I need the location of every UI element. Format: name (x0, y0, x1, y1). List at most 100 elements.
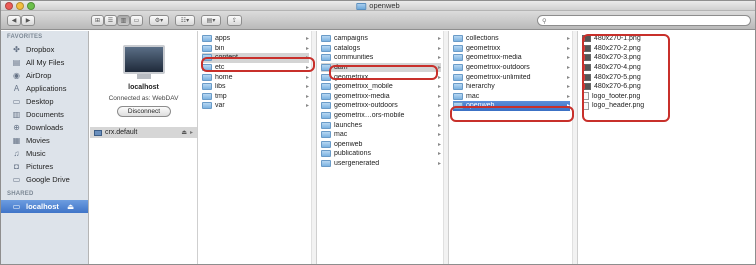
disconnect-button[interactable]: Disconnect (117, 106, 171, 117)
sidebar-item-documents[interactable]: ▥ Documents (1, 108, 88, 121)
column-view-button[interactable]: ▥ (117, 15, 130, 26)
cover-flow-button[interactable]: ▭ (130, 15, 143, 26)
file-row[interactable]: 480x270-2.png (582, 44, 750, 54)
folder-row[interactable]: mac ▸ (453, 92, 570, 102)
folder-row[interactable]: usergenerated ▸ (321, 159, 441, 169)
folder-row[interactable]: publications ▸ (321, 149, 441, 159)
sidebar-item-label: Downloads (26, 123, 64, 132)
folder-row[interactable]: bin ▸ (202, 44, 309, 54)
folder-row[interactable]: libs ▸ (202, 82, 309, 92)
back-button[interactable]: ◀ (7, 15, 21, 26)
folder-icon (453, 73, 463, 81)
folder-icon (453, 64, 463, 72)
folder-row[interactable]: geometrixx_mobile ▸ (321, 82, 441, 92)
sidebar-item-downloads[interactable]: ⊕ Downloads (1, 121, 88, 134)
chevron-right-icon: ▸ (437, 113, 441, 120)
file-row[interactable]: 480x270-4.png (582, 63, 750, 73)
sidebar-item-applications[interactable]: A Applications (1, 82, 88, 95)
volume-icon (94, 129, 102, 136)
folder-row[interactable]: home ▸ (202, 72, 309, 82)
item-label: hierarchy (466, 83, 495, 91)
column-scrollbar[interactable] (443, 31, 448, 264)
folder-icon (453, 44, 463, 52)
file-row[interactable]: logo_header.png (582, 101, 750, 111)
action-menu-button[interactable]: ⚙▾ (149, 15, 169, 26)
image-file-icon (582, 73, 591, 81)
sidebar-item-airdrop[interactable]: ◉ AirDrop (1, 69, 88, 82)
folder-row[interactable]: geometrixx-media ▸ (453, 53, 570, 63)
folder-row[interactable]: openweb ▸ (453, 101, 570, 111)
folder-row[interactable]: etc ▸ (202, 63, 309, 73)
icon-view-button[interactable]: ⊞ (91, 15, 104, 26)
close-window-button[interactable] (5, 2, 13, 10)
chevron-right-icon: ▸ (437, 93, 441, 100)
share-button[interactable]: ⇪ (227, 15, 242, 26)
folder-icon (321, 121, 331, 129)
folder-icon (202, 44, 212, 52)
file-row[interactable]: 480x270-1.png (582, 34, 750, 44)
sidebar-item-music[interactable]: ♫ Music (1, 147, 88, 160)
forward-button[interactable]: ▶ (21, 15, 35, 26)
folder-row[interactable]: campaigns ▸ (321, 34, 441, 44)
item-label: tmp (215, 92, 227, 100)
downloads-icon: ⊕ (13, 123, 20, 132)
column-scrollbar[interactable] (311, 31, 316, 264)
folder-row[interactable]: communities ▸ (321, 53, 441, 63)
quick-look-button[interactable]: ▤▾ (201, 15, 221, 26)
movies-icon: ▦ (12, 136, 21, 145)
file-row[interactable]: 480x270-5.png (582, 72, 750, 82)
folder-row[interactable]: launches ▸ (321, 120, 441, 130)
folder-row[interactable]: catalogs ▸ (321, 44, 441, 54)
folder-row[interactable]: geometrixx-outdoors ▸ (453, 63, 570, 73)
window-title: openweb (356, 1, 400, 11)
folder-row[interactable]: content ▸ (202, 53, 309, 63)
file-row[interactable]: 480x270-3.png (582, 53, 750, 63)
server-preview-pane: localhost Connected as: WebDAV Disconnec… (90, 31, 198, 264)
connection-status: Connected as: WebDAV (108, 95, 179, 102)
folder-row[interactable]: collections ▸ (453, 34, 570, 44)
folder-row[interactable]: geometrix…ors-mobile ▸ (321, 111, 441, 121)
applications-icon: A (13, 84, 20, 93)
folder-row[interactable]: geometrixx ▸ (453, 44, 570, 54)
sidebar-item-dropbox[interactable]: ✤ Dropbox (1, 43, 88, 56)
folder-row[interactable]: dam ▸ (321, 62, 441, 73)
sidebar-item-all-my-files[interactable]: ▤ All My Files (1, 56, 88, 69)
volume-row[interactable]: crx.default ⏏ ▸ (90, 127, 197, 138)
sidebar-item-pictures[interactable]: ◘ Pictures (1, 160, 88, 173)
item-label: 480x270-5.png (594, 73, 641, 81)
sidebar-item-desktop[interactable]: ▭ Desktop (1, 95, 88, 108)
folder-row[interactable]: geometrixx-unlimited ▸ (453, 72, 570, 82)
folder-row[interactable]: openweb ▸ (321, 140, 441, 150)
folder-row[interactable]: tmp ▸ (202, 92, 309, 102)
list-view-button[interactable]: ☰ (104, 15, 117, 26)
minimize-window-button[interactable] (16, 2, 24, 10)
folder-row[interactable]: hierarchy ▸ (453, 82, 570, 92)
item-label: apps (215, 35, 231, 43)
search-field[interactable]: ⚲ (537, 15, 751, 26)
file-row[interactable]: 480x270-6.png (582, 82, 750, 92)
folder-icon (321, 54, 331, 62)
item-label: 480x270-2.png (594, 44, 641, 52)
sidebar-item-localhost[interactable]: ▭ localhost ⏏ (1, 200, 88, 213)
folder-row[interactable]: geometrixx-media ▸ (321, 92, 441, 102)
arrange-menu-button[interactable]: ☷▾ (175, 15, 195, 26)
sidebar-item-movies[interactable]: ▦ Movies (1, 134, 88, 147)
image-file-icon (582, 83, 591, 91)
item-label: dam (334, 64, 348, 72)
sidebar-item-google-drive[interactable]: ▭ Google Drive (1, 173, 88, 186)
eject-icon[interactable]: ⏏ (67, 200, 74, 213)
item-label: mac (466, 92, 480, 100)
document-icon (582, 92, 589, 101)
file-row[interactable]: logo_footer.png (582, 92, 750, 102)
airdrop-icon: ◉ (13, 71, 20, 80)
eject-icon[interactable]: ⏏ (181, 129, 187, 136)
folder-row[interactable]: apps ▸ (202, 34, 309, 44)
folder-icon (453, 54, 463, 62)
column-scrollbar[interactable] (572, 31, 577, 264)
zoom-window-button[interactable] (27, 2, 35, 10)
search-icon: ⚲ (542, 17, 547, 25)
folder-row[interactable]: mac ▸ (321, 130, 441, 140)
folder-row[interactable]: var ▸ (202, 101, 309, 111)
folder-row[interactable]: geometrixx-outdoors ▸ (321, 101, 441, 111)
folder-row[interactable]: geometrixx ▸ (321, 72, 441, 82)
